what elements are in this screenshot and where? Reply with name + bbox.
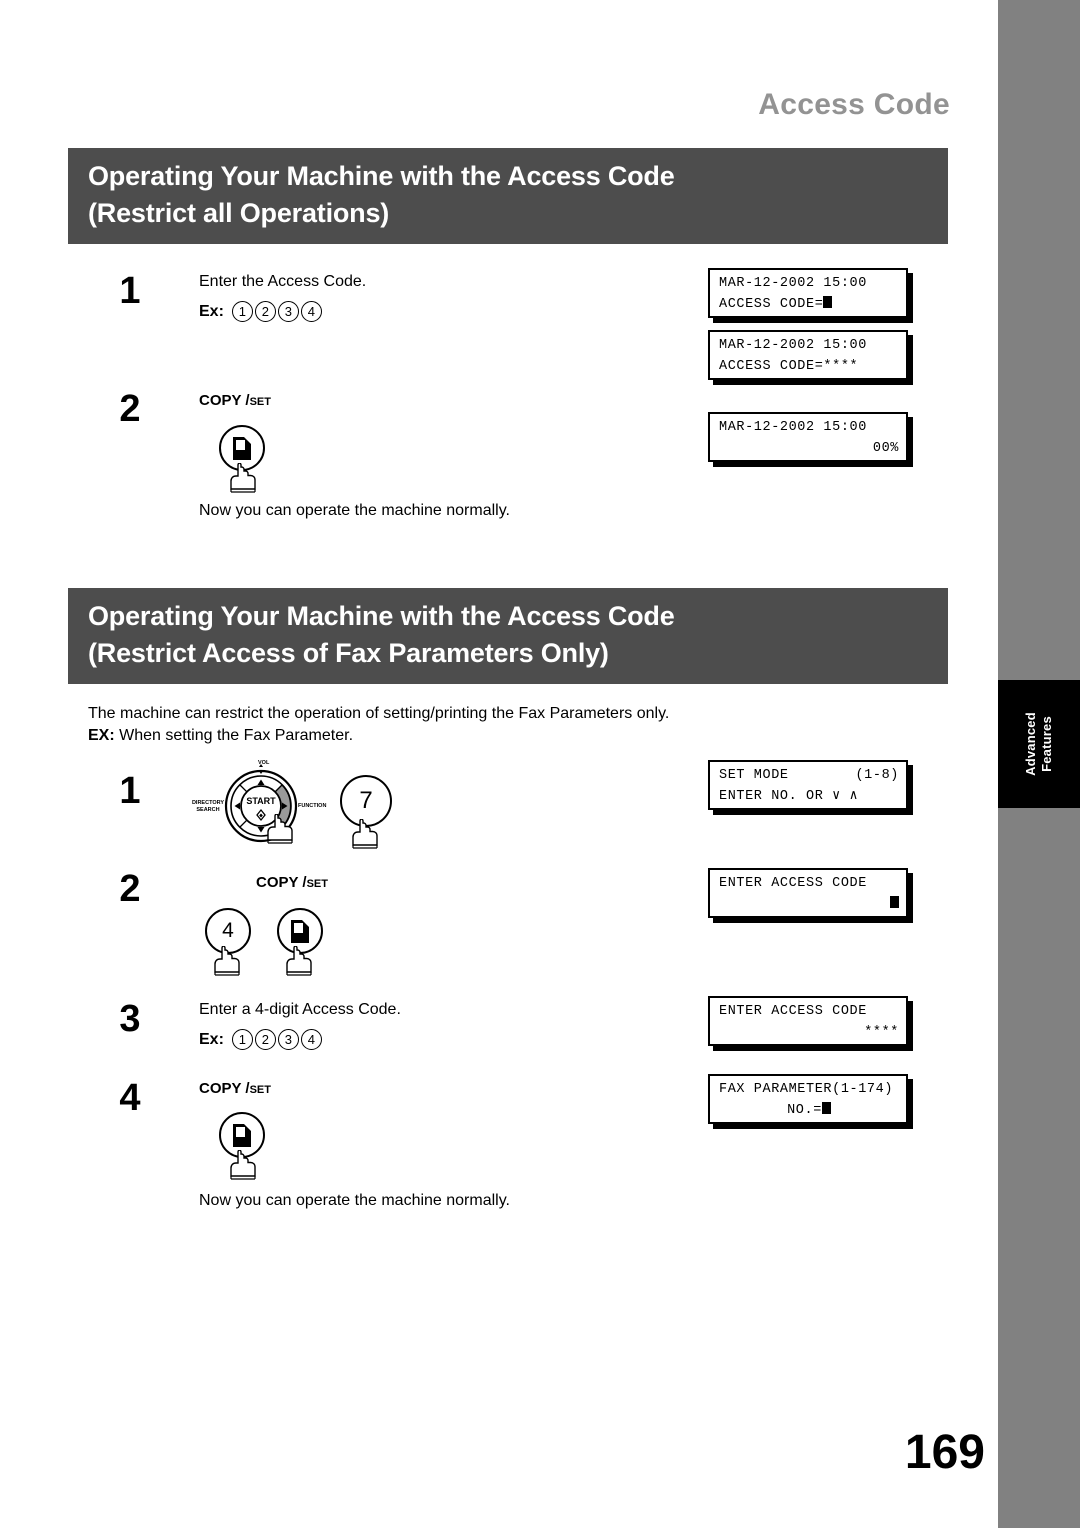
lcd-line-1: MAR-12-2002 15:00 bbox=[719, 338, 867, 353]
lcd-line-1: ENTER ACCESS CODE bbox=[719, 876, 867, 891]
section2-intro-ex-label: EX: bbox=[88, 727, 115, 744]
section2-step3-ex-label: Ex: bbox=[199, 1030, 224, 1048]
pointing-hand-icon bbox=[230, 463, 256, 493]
lcd-cursor-block bbox=[823, 296, 833, 308]
copy-set-label-small: SET bbox=[306, 878, 328, 890]
section1-heading-line-1: Operating Your Machine with the Access C… bbox=[88, 161, 675, 191]
circled-digit: 4 bbox=[300, 301, 322, 322]
lcd-cursor-block bbox=[821, 1102, 831, 1114]
lcd-display-fax-parameter: FAX PARAMETER(1-174) NO.= bbox=[708, 1074, 908, 1124]
pointing-hand-icon bbox=[230, 1150, 256, 1180]
copy-set-page-icon bbox=[291, 919, 309, 943]
section2-heading-line-2: (Restrict Access of Fax Parameters Only) bbox=[88, 638, 609, 668]
section2-step2-copy-set-key bbox=[277, 908, 323, 976]
copy-set-label-main: COPY / bbox=[199, 1080, 250, 1097]
section1-closing-text: Now you can operate the machine normally… bbox=[199, 502, 510, 519]
copy-set-label-main: COPY / bbox=[199, 392, 250, 409]
circled-digit: 1 bbox=[231, 1029, 253, 1050]
section1-step1-example: Ex: 1 2 3 4 bbox=[199, 301, 322, 322]
section-heading-restrict-all-operations: Operating Your Machine with the Access C… bbox=[68, 148, 948, 244]
numeric-key-digit: 7 bbox=[359, 787, 373, 814]
lcd-line-2: ACCESS CODE=**** bbox=[719, 359, 859, 374]
section1-step1-ex-label: Ex: bbox=[199, 302, 224, 320]
section2-step2-number: 2 bbox=[119, 868, 141, 910]
section2-step4-key-caption: COPY /SET bbox=[199, 1080, 271, 1097]
navpad-label-vol: VOL bbox=[258, 760, 270, 766]
lcd-display-enter-access-code-empty: ENTER ACCESS CODE bbox=[708, 868, 908, 918]
lcd-line-2 bbox=[719, 894, 899, 915]
lcd-line-2: 00% bbox=[872, 441, 899, 456]
lcd-display-access-code-filled: MAR-12-2002 15:00 ACCESS CODE=**** bbox=[708, 330, 908, 380]
lcd-line-2: NO.= bbox=[719, 1100, 899, 1121]
section1-step1-text: Enter the Access Code. bbox=[199, 273, 367, 290]
circled-digit: 3 bbox=[277, 301, 299, 322]
lcd-display-set-mode: SET MODE (1-8) ENTER NO. OR ∨ ∧ bbox=[708, 760, 908, 810]
svg-text:START: START bbox=[246, 796, 276, 806]
lcd-line-1: MAR-12-2002 15:00 bbox=[719, 276, 867, 291]
section2-step3-example: Ex: 1 2 3 4 bbox=[199, 1029, 322, 1050]
running-header: Access Code bbox=[758, 88, 950, 121]
lcd-display-enter-access-code-filled: ENTER ACCESS CODE **** bbox=[708, 996, 908, 1046]
numeric-key-digit: 4 bbox=[222, 919, 234, 942]
lcd-line-1-left: SET MODE bbox=[719, 768, 789, 783]
lcd-line-1: SET MODE (1-8) bbox=[719, 765, 899, 786]
lcd-line-2-text: NO.= bbox=[787, 1103, 822, 1118]
section2-step1-number: 1 bbox=[119, 770, 141, 812]
lcd-cursor-block bbox=[890, 896, 899, 908]
navigation-pad-figure: START VOL DIRECTORY SEARCH FUNCTION bbox=[186, 758, 336, 850]
section2-intro-ex-text: When setting the Fax Parameter. bbox=[119, 727, 354, 744]
navpad-label-directory-search-line2: SEARCH bbox=[196, 807, 220, 813]
lcd-line-2: ACCESS CODE= bbox=[719, 294, 899, 315]
section2-step2-key-4: 4 bbox=[205, 908, 251, 976]
circled-digit: 4 bbox=[300, 1029, 322, 1050]
side-thumb-tab-advanced-features: Advanced Features bbox=[998, 680, 1080, 808]
section2-step2-key-caption: COPY /SET bbox=[256, 874, 328, 891]
lcd-line-2: **** bbox=[864, 1025, 899, 1040]
lcd-line-1-right: (1-8) bbox=[855, 768, 899, 783]
section2-closing-text: Now you can operate the machine normally… bbox=[199, 1192, 510, 1209]
pointing-hand-icon bbox=[286, 946, 312, 976]
pointing-hand-icon bbox=[214, 946, 240, 976]
copy-set-label-main: COPY / bbox=[256, 874, 307, 891]
lcd-line-2: ENTER NO. OR ∨ ∧ bbox=[719, 789, 859, 804]
section1-heading-line-2: (Restrict all Operations) bbox=[88, 198, 390, 228]
pointing-hand-icon bbox=[267, 814, 293, 844]
copy-set-page-icon bbox=[233, 436, 251, 460]
copy-set-label-small: SET bbox=[249, 1084, 271, 1096]
lcd-display-access-code-empty: MAR-12-2002 15:00 ACCESS CODE= bbox=[708, 268, 908, 318]
circled-digit: 1 bbox=[231, 301, 253, 322]
section2-heading-line-1: Operating Your Machine with the Access C… bbox=[88, 601, 675, 631]
pointing-hand-icon bbox=[352, 819, 378, 849]
lcd-display-standby: MAR-12-2002 15:00 00% bbox=[708, 412, 908, 462]
section1-step2-key-caption: COPY /SET bbox=[199, 392, 271, 409]
lcd-line-1: FAX PARAMETER(1-174) bbox=[719, 1082, 894, 1097]
section-heading-restrict-fax-parameters: Operating Your Machine with the Access C… bbox=[68, 588, 948, 684]
section2-intro-line-1: The machine can restrict the operation o… bbox=[88, 705, 670, 722]
navpad-label-function: FUNCTION bbox=[298, 803, 327, 809]
section2-step3-text: Enter a 4-digit Access Code. bbox=[199, 1001, 401, 1018]
copy-set-page-icon bbox=[233, 1123, 251, 1147]
section2-step4-number: 4 bbox=[119, 1077, 141, 1119]
side-tab-line-1: Advanced bbox=[1023, 712, 1038, 776]
section2-step4-copy-set-key bbox=[219, 1112, 265, 1180]
section2-step3-number: 3 bbox=[119, 998, 141, 1040]
lcd-line-1: MAR-12-2002 15:00 bbox=[719, 420, 867, 435]
section1-step1-number: 1 bbox=[119, 270, 141, 312]
section1-step2-copy-set-key bbox=[219, 425, 265, 493]
section1-step2-number: 2 bbox=[119, 388, 141, 430]
navpad-label-directory-search-line1: DIRECTORY bbox=[191, 800, 225, 806]
circled-digit: 3 bbox=[277, 1029, 299, 1050]
circled-digit: 2 bbox=[254, 301, 276, 322]
circled-digit: 2 bbox=[254, 1029, 276, 1050]
copy-set-label-small: SET bbox=[249, 396, 271, 408]
lcd-line-1: ENTER ACCESS CODE bbox=[719, 1004, 867, 1019]
section2-step1-key-7: 7 bbox=[340, 775, 392, 849]
side-tab-line-2: Features bbox=[1039, 716, 1054, 772]
lcd-line-2-text: ACCESS CODE= bbox=[719, 297, 824, 312]
page-number: 169 bbox=[904, 1426, 985, 1479]
section2-intro-line-2: EX: When setting the Fax Parameter. bbox=[88, 725, 353, 747]
